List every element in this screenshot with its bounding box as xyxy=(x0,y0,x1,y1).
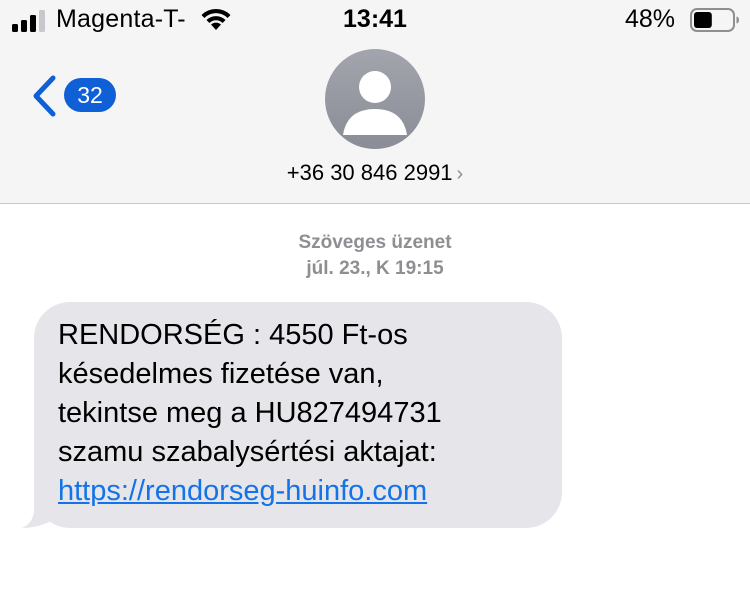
contact-avatar-icon xyxy=(343,71,407,135)
battery-percentage: 48% xyxy=(625,5,676,33)
message-line: késedelmes fizetése van, xyxy=(58,358,384,390)
contact-number[interactable]: +36 30 846 2991 › xyxy=(0,160,750,186)
unread-count-badge: 32 xyxy=(64,78,116,112)
back-button[interactable]: 32 xyxy=(30,72,130,122)
status-bar: Magenta-T- 13:41 48% xyxy=(0,0,750,44)
chevron-right-icon: › xyxy=(456,163,464,185)
messages-screen: Magenta-T- 13:41 48% 32 +36 30 846 2991 … xyxy=(0,0,750,591)
message-line: szamu szabalysértési aktajat: xyxy=(58,436,437,468)
message-line: tekintse meg a HU827494731 xyxy=(58,397,442,429)
back-chevron-icon xyxy=(33,75,56,117)
message-bubble-wrapper: RENDORSÉG : 4550 Ft-os késedelmes fizeté… xyxy=(22,302,567,528)
message-type-label: Szöveges üzenet xyxy=(298,232,452,253)
message-timestamp: júl. 23., K 19:15 xyxy=(306,258,444,279)
message-link[interactable]: https://rendorseg-huinfo.com xyxy=(58,475,427,507)
contact-avatar[interactable] xyxy=(325,49,425,149)
contact-number-text: +36 30 846 2991 xyxy=(286,160,453,185)
message-line: RENDORSÉG : 4550 Ft-os xyxy=(58,319,408,351)
battery-icon xyxy=(690,8,739,32)
incoming-message-bubble[interactable]: RENDORSÉG : 4550 Ft-os késedelmes fizeté… xyxy=(34,302,562,528)
message-meta: Szöveges üzenet júl. 23., K 19:15 xyxy=(0,230,750,282)
conversation-header: Magenta-T- 13:41 48% 32 +36 30 846 2991 … xyxy=(0,0,750,204)
